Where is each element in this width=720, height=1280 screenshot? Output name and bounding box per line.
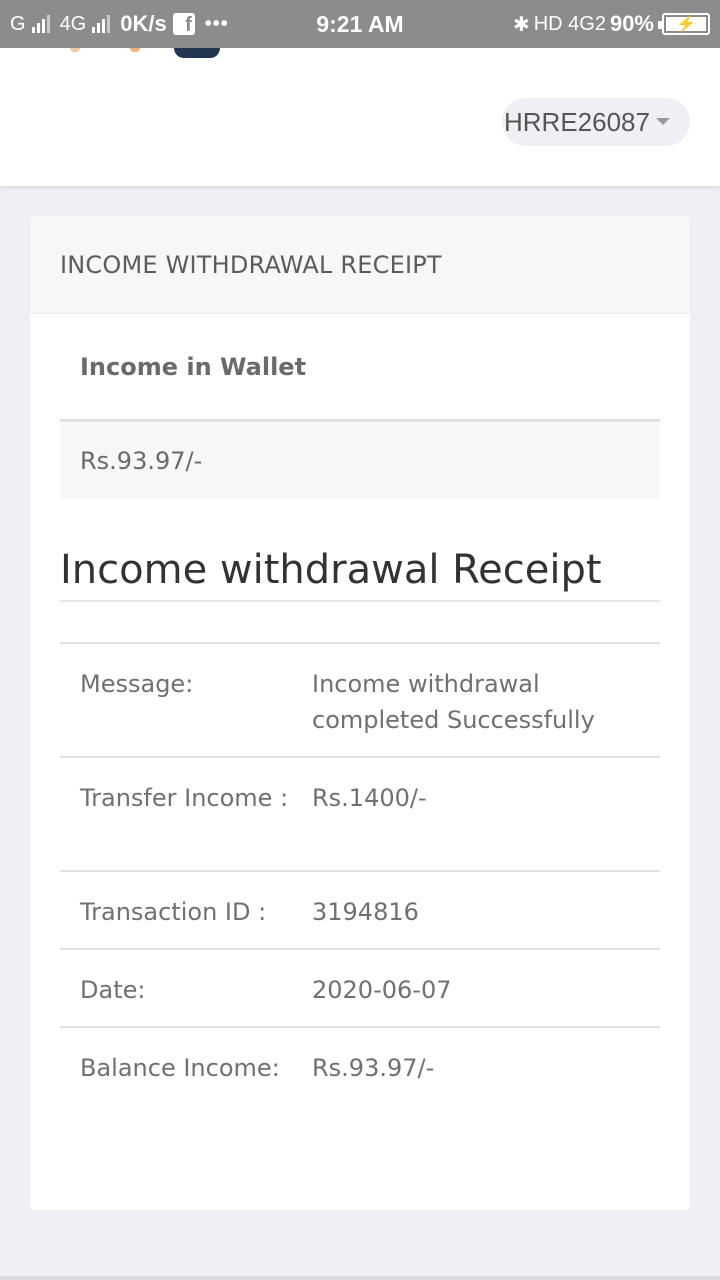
row-value: 3194816 [312, 898, 419, 926]
row-value: Rs.1400/- [312, 784, 427, 812]
charging-icon: ⚡ [676, 16, 696, 33]
row-label: Transfer Income : [80, 784, 289, 812]
row-label: Message: [80, 670, 194, 698]
bluetooth-icon: ✱ [512, 13, 530, 36]
wallet-label: Income in Wallet [60, 314, 660, 422]
row-label: Date: [80, 976, 146, 1004]
receipt-table: Message: Income withdrawal completed Suc… [60, 642, 660, 1142]
row-value: Income withdrawal completed Successfully [312, 670, 595, 734]
card-title: INCOME WITHDRAWAL RECEIPT [30, 216, 690, 314]
table-row: Date: 2020-06-07 [60, 950, 660, 1028]
row-label: Balance Income: [80, 1054, 280, 1082]
bottom-edge [0, 1276, 720, 1280]
row-value: 2020-06-07 [312, 976, 452, 1004]
chevron-down-icon [656, 118, 670, 125]
logo-icon [174, 48, 220, 58]
table-row: Transfer Income : Rs.1400/- [60, 758, 660, 872]
battery-percent: 90% [609, 11, 654, 36]
table-row: Message: Income withdrawal completed Suc… [60, 644, 660, 758]
status-right: ✱ HD 4G2 90% ⚡ [513, 0, 710, 48]
receipt-title: Income withdrawal Receipt [60, 544, 660, 602]
network-label-right: HD 4G2 [533, 12, 606, 35]
table-row: Transaction ID : 3194816 [60, 872, 660, 950]
table-row: Balance Income: Rs.93.97/- [60, 1028, 660, 1142]
status-bar: G 4G 0K/s f ••• 9:21 AM ✱ HD 4G2 90% ⚡ [0, 0, 720, 48]
user-id-label: HRRE26087 [504, 106, 650, 137]
row-label: Transaction ID : [80, 898, 267, 926]
wallet-value: Rs.93.97/- [60, 423, 660, 499]
receipt-card: INCOME WITHDRAWAL RECEIPT Income in Wall… [30, 216, 690, 1210]
row-value: Rs.93.97/- [312, 1054, 435, 1082]
user-account-dropdown[interactable]: HRRE26087 [502, 98, 690, 146]
battery-icon: ⚡ [658, 13, 710, 35]
